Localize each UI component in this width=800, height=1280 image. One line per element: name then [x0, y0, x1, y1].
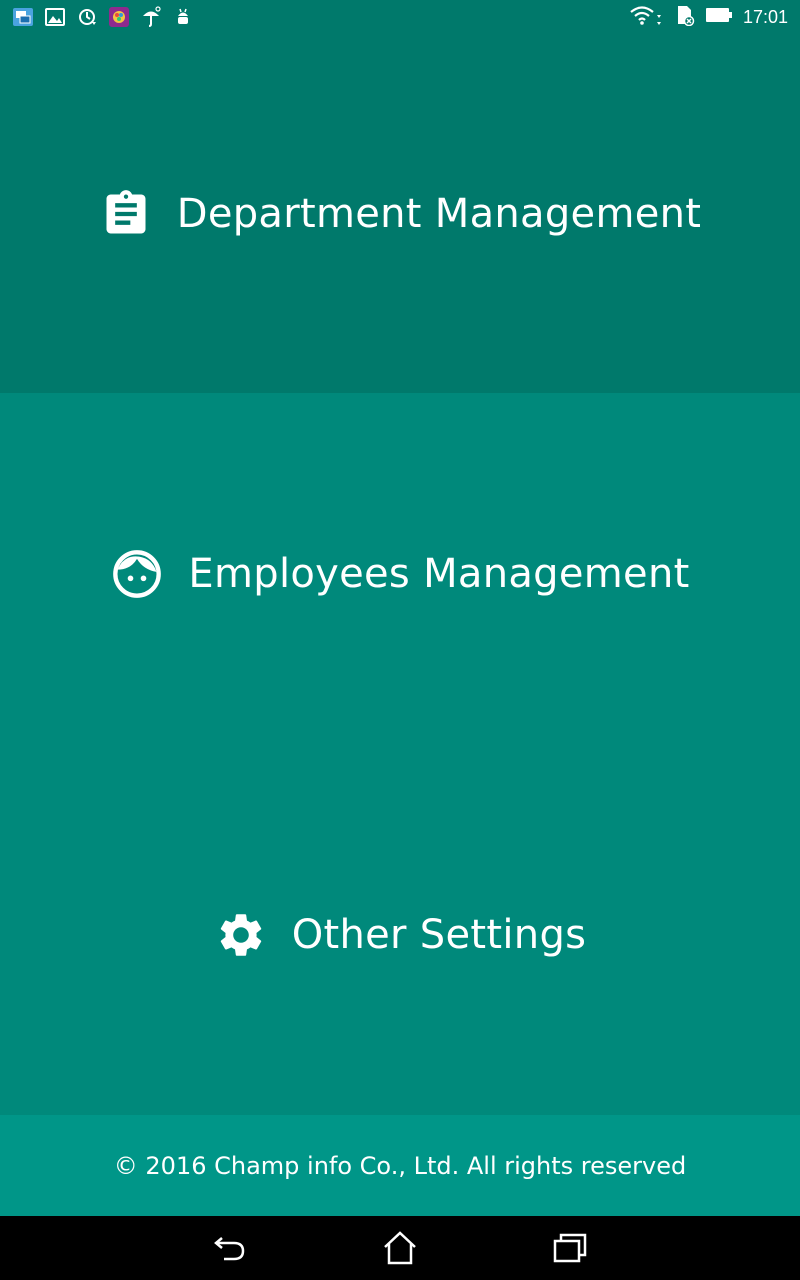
- status-bar: 17:01: [0, 0, 800, 34]
- home-icon[interactable]: [380, 1228, 420, 1268]
- gear-icon: [214, 908, 268, 962]
- sd-card-icon: [673, 4, 695, 30]
- screenshot-icon: [12, 6, 34, 28]
- battery-icon: [705, 4, 733, 30]
- other-settings-label: Other Settings: [291, 911, 587, 958]
- face-icon: [110, 547, 164, 601]
- wifi-icon: [629, 4, 663, 30]
- footer: © 2016 Champ info Co., Ltd. All rights r…: [0, 1115, 800, 1216]
- status-system-icons: 17:01: [629, 5, 788, 29]
- status-notification-icons: [12, 5, 194, 29]
- employees-management-label: Employees Management: [188, 550, 690, 597]
- recent-apps-icon[interactable]: [550, 1228, 590, 1268]
- other-settings-button[interactable]: Other Settings: [0, 754, 800, 1115]
- app-screen: 17:01 Department Management Employees Ma…: [0, 0, 800, 1280]
- copyright-text: © 2016 Champ info Co., Ltd. All rights r…: [113, 1151, 687, 1180]
- umbrella-icon: [140, 6, 162, 28]
- clipboard-icon: [99, 187, 153, 241]
- navigation-bar: [0, 1216, 800, 1280]
- employees-management-button[interactable]: Employees Management: [0, 393, 800, 754]
- department-management-button[interactable]: Department Management: [0, 34, 800, 393]
- gallery-icon: [44, 6, 66, 28]
- sync-icon: [76, 6, 98, 28]
- back-icon[interactable]: [210, 1228, 250, 1268]
- status-clock: 17:01: [742, 6, 788, 27]
- department-management-label: Department Management: [176, 190, 702, 237]
- app-color-icon: [108, 6, 130, 28]
- android-icon: [172, 6, 194, 28]
